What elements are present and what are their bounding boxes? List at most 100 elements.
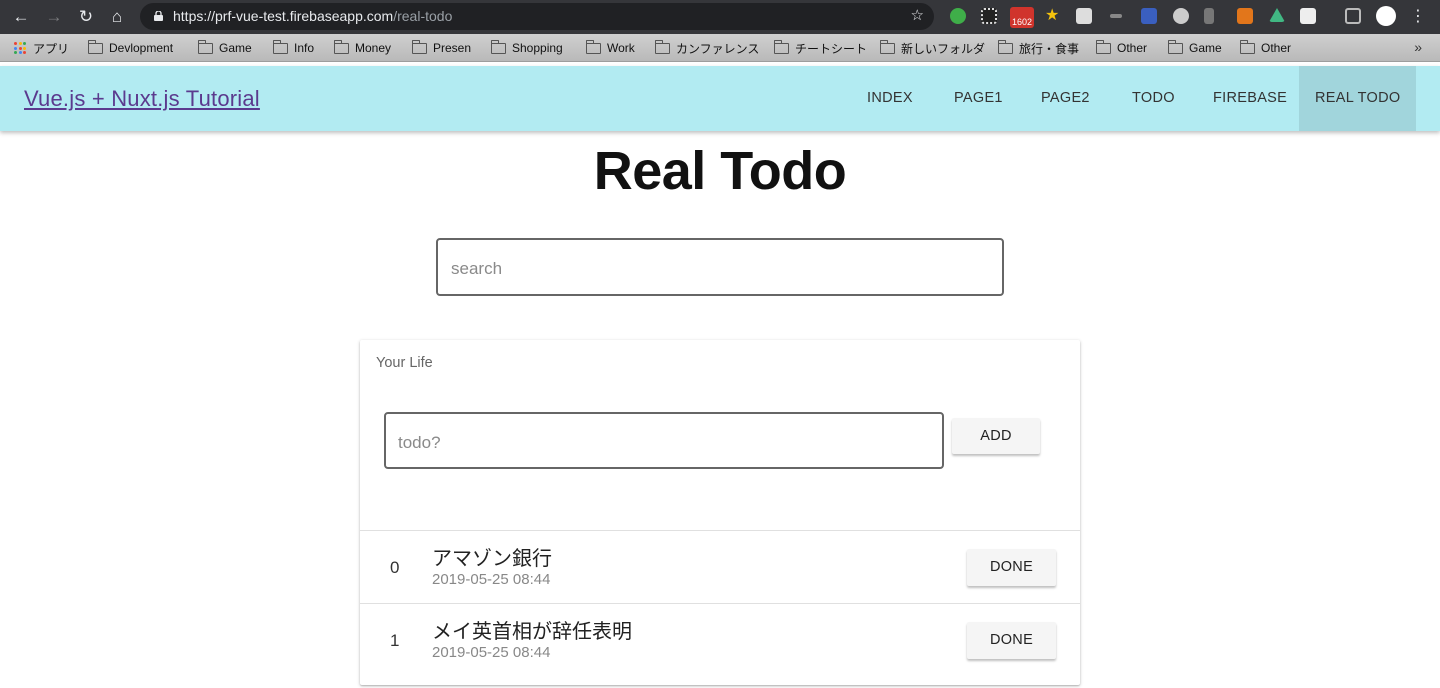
bookmark-folder[interactable]: Work [586, 39, 635, 56]
item-index: 0 [390, 558, 400, 577]
card-title: Your Life [376, 355, 433, 371]
grid-extension-icon[interactable] [981, 8, 997, 24]
bookmark-folder[interactable]: Devlopment [88, 39, 174, 56]
bookmark-folder[interactable]: Game [198, 39, 252, 56]
bookmarks-bar: アプリ Devlopment Game Info Money Presen Sh… [0, 34, 1440, 62]
back-arrow-icon[interactable]: ← [10, 6, 32, 28]
evernote-extension-icon[interactable] [950, 8, 966, 24]
item-index: 1 [390, 631, 400, 650]
chat-extension-icon[interactable] [1173, 8, 1189, 24]
brand-link[interactable]: Vue.js + Nuxt.js Tutorial [24, 86, 260, 112]
todo-input[interactable]: todo? [384, 412, 944, 469]
browser-menu-icon[interactable]: ⋮ [1410, 6, 1426, 28]
folder-icon [491, 39, 506, 54]
gmail-badge-icon[interactable]: 1602 [1010, 7, 1034, 28]
bookmark-label: Other [1117, 41, 1148, 55]
address-bar[interactable]: https://prf-vue-test.firebaseapp.com/rea… [140, 3, 934, 30]
folder-icon [334, 39, 349, 54]
folder-icon [586, 39, 601, 54]
bookmark-folder[interactable]: 新しいフォルダ [880, 39, 986, 56]
bookmark-label: チートシート [795, 41, 868, 56]
bookmark-folder[interactable]: Game [1168, 39, 1222, 56]
done-button[interactable]: DONE [967, 622, 1056, 659]
todo-card: Your Life todo? ADD 0 アマゾン銀行 2019-05-25 … [360, 340, 1080, 685]
bookmark-label: Money [355, 41, 392, 55]
bookmark-label: Game [1189, 41, 1222, 55]
page-title: Real Todo [593, 141, 847, 201]
app-header: Vue.js + Nuxt.js Tutorial INDEX PAGE1 PA… [0, 66, 1440, 131]
list-item: 0 アマゾン銀行 2019-05-25 08:44 DONE [360, 530, 1080, 603]
folder-icon [998, 39, 1013, 54]
gmail-badge-count: 1602 [1011, 17, 1033, 27]
lock-icon [154, 11, 163, 21]
bookmark-folder[interactable]: Other [1240, 39, 1292, 56]
folder-icon [655, 39, 670, 54]
bookmark-folder[interactable]: 旅行・食事 [998, 39, 1080, 56]
done-button[interactable]: DONE [967, 549, 1056, 586]
folder-icon [880, 39, 895, 54]
list-item: 1 メイ英首相が辞任表明 2019-05-25 08:44 DONE [360, 603, 1080, 676]
url-host: https://prf-vue-test.firebaseapp.com [173, 8, 394, 24]
folder-icon [198, 39, 213, 54]
item-date: 2019-05-25 08:44 [432, 644, 551, 661]
folder-icon [1168, 39, 1183, 54]
search-input[interactable]: search [436, 238, 1004, 296]
bookmark-apps[interactable]: アプリ [14, 40, 69, 56]
image-extension-icon[interactable] [1300, 8, 1316, 24]
browser-toolbar: ← → ↻ ⌂ https://prf-vue-test.firebaseapp… [0, 0, 1440, 34]
bookmark-label: Shopping [512, 41, 563, 55]
bookmark-folder[interactable]: Info [273, 39, 315, 56]
add-button[interactable]: ADD [952, 418, 1040, 454]
nav-todo[interactable]: TODO [1116, 66, 1191, 131]
item-date: 2019-05-25 08:44 [432, 571, 551, 588]
url-path: /real-todo [393, 8, 453, 24]
nav-page2[interactable]: PAGE2 [1025, 66, 1106, 131]
chevron-right-icon[interactable]: » [1414, 39, 1422, 55]
folder-icon [273, 39, 288, 54]
bookmark-folder[interactable]: Other [1096, 39, 1148, 56]
nav-index[interactable]: INDEX [851, 66, 929, 131]
home-icon[interactable]: ⌂ [106, 6, 128, 28]
pen-extension-icon[interactable] [1204, 8, 1214, 24]
bookmark-folder[interactable]: Shopping [491, 39, 563, 56]
nav-page1[interactable]: PAGE1 [938, 66, 1019, 131]
folder-icon [88, 39, 103, 54]
bookmark-folder[interactable]: カンファレンス [655, 39, 760, 56]
bookmark-folder[interactable]: チートシート [774, 39, 868, 56]
nav-firebase[interactable]: FIREBASE [1197, 66, 1303, 131]
bookmark-label: カンファレンス [676, 41, 760, 56]
item-title: メイ英首相が辞任表明 [432, 619, 632, 643]
bookmark-label: Devlopment [109, 41, 174, 55]
nav-real-todo[interactable]: REAL TODO [1299, 66, 1417, 131]
folder-icon [774, 39, 789, 54]
bookmark-label: Info [294, 41, 315, 55]
pocket-extension-icon[interactable] [1141, 8, 1157, 24]
bookmark-label: Game [219, 41, 252, 55]
dash-extension-icon[interactable] [1110, 14, 1122, 18]
url-text: https://prf-vue-test.firebaseapp.com/rea… [173, 8, 452, 24]
bookmark-label: アプリ [33, 41, 70, 56]
item-title: アマゾン銀行 [432, 546, 552, 570]
bookmark-label: 新しいフォルダ [901, 41, 986, 56]
bookmark-label: 旅行・食事 [1019, 41, 1080, 56]
folder-icon [1240, 39, 1255, 54]
download-extension-icon[interactable] [1076, 8, 1092, 24]
bookmark-label: Other [1261, 41, 1292, 55]
bookmark-star-icon[interactable]: ☆ [911, 6, 924, 24]
apps-grid-icon [14, 42, 26, 54]
bookmark-folder[interactable]: Money [334, 39, 392, 56]
bookmark-folder[interactable]: Presen [412, 39, 472, 56]
bookmark-label: Work [607, 41, 635, 55]
forward-arrow-icon[interactable]: → [43, 6, 65, 28]
bookmark-label: Presen [433, 41, 472, 55]
search-placeholder: search [451, 259, 503, 278]
todo-placeholder: todo? [398, 433, 441, 452]
cast-icon[interactable] [1345, 8, 1361, 24]
favorite-star-extension-icon[interactable]: ★ [1045, 5, 1061, 24]
profile-avatar[interactable] [1376, 6, 1396, 26]
metamask-extension-icon[interactable] [1237, 8, 1253, 24]
vue-devtools-icon[interactable] [1269, 8, 1285, 22]
reload-icon[interactable]: ↻ [75, 6, 97, 28]
folder-icon [1096, 39, 1111, 54]
folder-icon [412, 39, 427, 54]
